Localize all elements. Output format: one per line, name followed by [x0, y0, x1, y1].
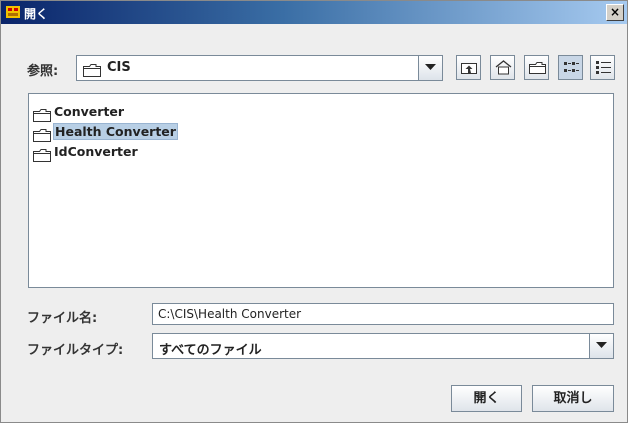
chevron-down-icon	[425, 64, 436, 70]
close-button[interactable]: ×	[606, 4, 624, 21]
title-bar[interactable]: 開く ×	[1, 1, 627, 24]
look-in-label: 参照:	[27, 64, 59, 79]
folder-icon	[33, 147, 51, 166]
list-view-button[interactable]	[558, 55, 583, 80]
folder-icon	[33, 107, 51, 126]
home-button[interactable]	[490, 55, 515, 80]
new-folder-button[interactable]	[524, 55, 549, 80]
up-one-level-button[interactable]	[456, 55, 481, 80]
file-type-label: ファイルタイプ:	[27, 343, 124, 358]
open-file-dialog: 開く × 参照: CIS Converter Health Converter	[0, 0, 628, 423]
up-one-level-icon	[461, 63, 477, 74]
folder-icon	[83, 62, 101, 81]
look-in-dropdown-button[interactable]	[418, 56, 442, 80]
folder-icon	[33, 127, 51, 146]
file-name-input[interactable]: C:\CIS\Health Converter	[152, 303, 614, 325]
new-folder-icon	[529, 62, 546, 74]
look-in-value: CIS	[107, 60, 131, 75]
file-type-value: すべてのファイル	[159, 343, 262, 358]
app-icon	[5, 4, 21, 20]
file-list[interactable]: Converter Health Converter IdConverter	[28, 93, 614, 288]
file-name: Health Converter	[53, 123, 178, 140]
list-view-icon	[564, 62, 579, 72]
file-type-combo[interactable]: すべてのファイル	[152, 333, 614, 359]
details-view-icon	[596, 61, 611, 74]
cancel-button[interactable]: 取消し	[532, 385, 614, 412]
file-name-label: ファイル名:	[27, 311, 98, 326]
file-name: Converter	[54, 104, 125, 119]
file-type-dropdown-button[interactable]	[589, 334, 613, 358]
file-name: IdConverter	[54, 144, 138, 159]
home-icon	[495, 60, 512, 75]
window-title: 開く	[24, 7, 49, 21]
close-icon: ×	[609, 5, 621, 19]
open-button[interactable]: 開く	[451, 385, 522, 412]
look-in-combo[interactable]: CIS	[76, 55, 443, 81]
chevron-down-icon	[596, 342, 607, 348]
details-view-button[interactable]	[590, 55, 615, 80]
